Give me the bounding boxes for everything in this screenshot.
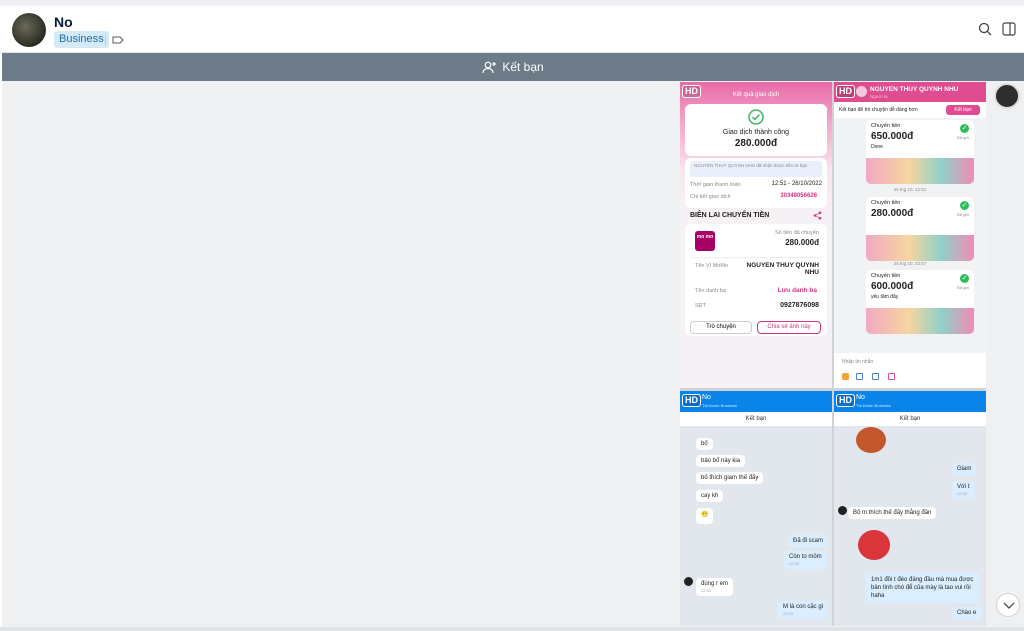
transfer-card: mo mo Số tiền đã chuyển 280.000đ Tên Ví … xyxy=(685,224,827,336)
momo-logo: mo mo xyxy=(695,231,715,251)
success-check-icon xyxy=(748,109,764,125)
transfer-item: Chuyển tiền 650.000đ Done ✓ Đã gửi xyxy=(866,120,974,184)
status-amount: 280.000đ xyxy=(734,138,778,149)
hd-label: HD xyxy=(836,394,855,407)
add-friend-strip: Kết bạn xyxy=(680,412,832,426)
sticker xyxy=(858,530,890,560)
hd-label: HD xyxy=(682,394,701,407)
contact-name: NGUYEN THUY QUYNH NHU xyxy=(870,86,959,93)
friend-hint: Kết bạn để trò chuyện dễ dàng hơn xyxy=(839,107,918,113)
chat-header: No Business xyxy=(0,6,1024,53)
add-friend-strip: Kết bạn xyxy=(834,412,986,426)
timestamp: 26 thg 10, 12:51 xyxy=(893,187,927,192)
receipt-title: Kết quả giao dịch xyxy=(732,92,780,98)
sent-image-message[interactable]: HD Kết quả giao dịch Giao dịch thành côn… xyxy=(680,82,986,626)
time-label: Thời gian thanh toán xyxy=(690,182,741,188)
status-text: Giao dịch thành công xyxy=(722,129,790,136)
chat-sub: Tài khoản Business xyxy=(702,403,737,408)
phone-value: 0927876098 xyxy=(780,302,819,309)
message-input: Nhập tin nhắn xyxy=(842,359,874,365)
sent-value: 280.000đ xyxy=(785,238,819,247)
status-card: Giao dịch thành công 280.000đ xyxy=(685,104,827,156)
sender-avatar xyxy=(838,506,847,515)
time-value: 12:51 - 26/10/2022 xyxy=(771,181,822,187)
contact-name[interactable]: No xyxy=(54,14,73,30)
section-title: BIÊN LAI CHUYỂN TIỀN xyxy=(690,212,770,219)
label-tag-icon[interactable] xyxy=(112,35,124,45)
composer-edge xyxy=(0,627,1024,631)
sender-avatar xyxy=(684,577,693,586)
transfer-item: Chuyển tiền 600.000đ yêu tâm đây ✓ Đã gử… xyxy=(866,270,974,334)
side-panel-icon[interactable] xyxy=(1002,22,1016,36)
timestamp: 26 thg 10, 23:57 xyxy=(893,261,927,266)
add-friend-bar[interactable]: Kết bạn xyxy=(2,53,1024,81)
share-icon xyxy=(813,211,822,220)
floating-action-icon[interactable] xyxy=(994,83,1020,109)
sent-label: Số tiền đã chuyển xyxy=(774,230,819,236)
search-icon[interactable] xyxy=(978,22,992,36)
business-badge: Business xyxy=(54,31,109,48)
receipt-screenshot: HD Kết quả giao dịch Giao dịch thành côn… xyxy=(680,82,832,388)
chat-name: No xyxy=(856,394,865,401)
wallet-value: NGUYEN THUY QUYNH NHU xyxy=(746,262,819,276)
share-image-button: Chia sẻ ảnh này xyxy=(757,321,821,334)
hd-label: HD xyxy=(836,85,855,98)
chat-screenshot-right: HD No Tài khoản Business Kết bạn Giam Vớ… xyxy=(834,391,986,626)
detail-label: Chi tiết giao dịch xyxy=(690,194,731,200)
contact-label: Tên danh bạ xyxy=(695,288,726,294)
phone-label: SĐT xyxy=(695,303,706,309)
chevron-down-icon xyxy=(1003,602,1015,609)
scroll-down-button[interactable] xyxy=(996,593,1020,617)
add-friend-mini-button: Kết bạn xyxy=(946,105,980,115)
divider xyxy=(105,35,106,45)
wallet-label: Tên Ví MoMo xyxy=(695,263,729,269)
contact-value: Lưu danh bạ xyxy=(777,287,817,294)
contact-avatar xyxy=(856,86,867,97)
sticker xyxy=(856,427,886,453)
detail-card: NGUYEN THUY QUYNH NHU đã nhận được tiền … xyxy=(685,158,827,208)
chat-screenshot-left: HD No Tài khoản Business Kết bạn bố bảo … xyxy=(680,391,832,626)
contact-sub: Người lạ xyxy=(870,94,888,99)
add-user-icon xyxy=(482,61,497,73)
avatar[interactable] xyxy=(12,13,46,47)
detail-value: 30348056628 xyxy=(780,193,817,199)
chat-name: No xyxy=(702,394,711,401)
chat-button: Trò chuyện xyxy=(690,321,752,334)
transfer-history-screenshot: HD NGUYEN THUY QUYNH NHU Người lạ Kết bạ… xyxy=(834,82,986,388)
chat-sub: Tài khoản Business xyxy=(856,403,891,408)
receipt-notice: NGUYEN THUY QUYNH NHU đã nhận được tiền … xyxy=(694,163,808,168)
transfer-item: Chuyển tiền 280.000đ ✓ Đã gửi xyxy=(866,197,974,261)
add-friend-label: Kết bạn xyxy=(502,60,544,74)
